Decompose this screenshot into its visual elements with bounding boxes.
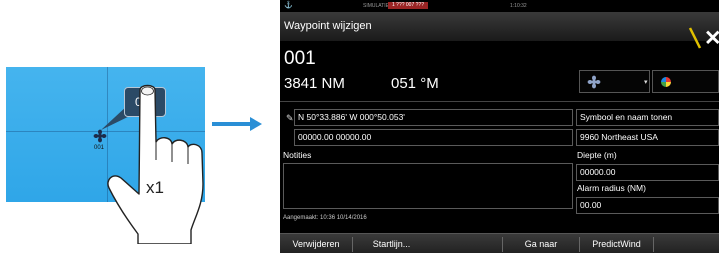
waypoint-name[interactable]: 001 [284,48,316,70]
predictwind-button[interactable]: PredictWind [580,234,653,253]
status-bar: ⚓ SIMULATIE... 1 ??? 007 ??? 1:10:32 [280,0,719,12]
distance-value: 3841 NM [284,75,345,92]
waypoint-symbol-icon [587,75,601,89]
status-badge[interactable]: 1 ??? 007 ??? [388,2,428,9]
chevron-down-icon: ▾ [644,79,648,86]
pencil-icon[interactable]: ✎ [286,113,294,124]
alarm-radius-field[interactable]: 00.00 [576,197,719,214]
tap-count-label: x1 [146,178,164,197]
notes-field[interactable] [283,163,573,209]
notes-label: Notities [283,150,312,160]
waypoint-map-label: 001 [94,145,105,151]
start-line-button[interactable]: Startlijn... [353,234,430,253]
dialog-title: Waypoint wijzigen [284,20,372,32]
created-timestamp: Aangemaakt: 10:36 10/14/2016 [283,215,367,221]
position-field[interactable]: N 50°33.886' W 000°50.053' [294,109,573,126]
bearing-value: 051 °M [391,75,439,92]
alert-icon[interactable]: ⚓ [284,1,293,9]
symbol-select[interactable]: ▾ [579,70,650,93]
dialog-title-bar: Waypoint wijzigen ✕ [280,12,719,50]
tide-station-field[interactable]: 9960 Northeast USA [576,129,719,146]
color-select[interactable] [652,70,719,93]
delete-button[interactable]: Verwijderen [280,234,352,253]
close-icon[interactable]: ✕ [704,24,719,53]
alarm-radius-label: Alarm radius (NM) [577,183,646,193]
softkey-bar: Verwijderen Startlijn... Ga naar Predict… [280,233,719,253]
arrow-right-icon [212,117,262,131]
tap-hand-icon [107,84,204,244]
depth-field[interactable]: 00000.00 [576,164,719,181]
grid-field[interactable]: 00000.00 00000.00 [294,129,573,146]
section-divider [280,101,719,102]
color-wheel-icon [661,77,671,87]
symbol-option-field[interactable]: Symbool en naam tonen [576,109,719,126]
confirm-slash-icon[interactable] [687,26,703,50]
status-time: 1:10:32 [510,3,527,9]
softkey-separator [653,237,654,252]
depth-label: Diepte (m) [577,150,617,160]
goto-button[interactable]: Ga naar [503,234,579,253]
device-screen: ⚓ SIMULATIE... 1 ??? 007 ??? 1:10:32 Way… [280,0,719,253]
